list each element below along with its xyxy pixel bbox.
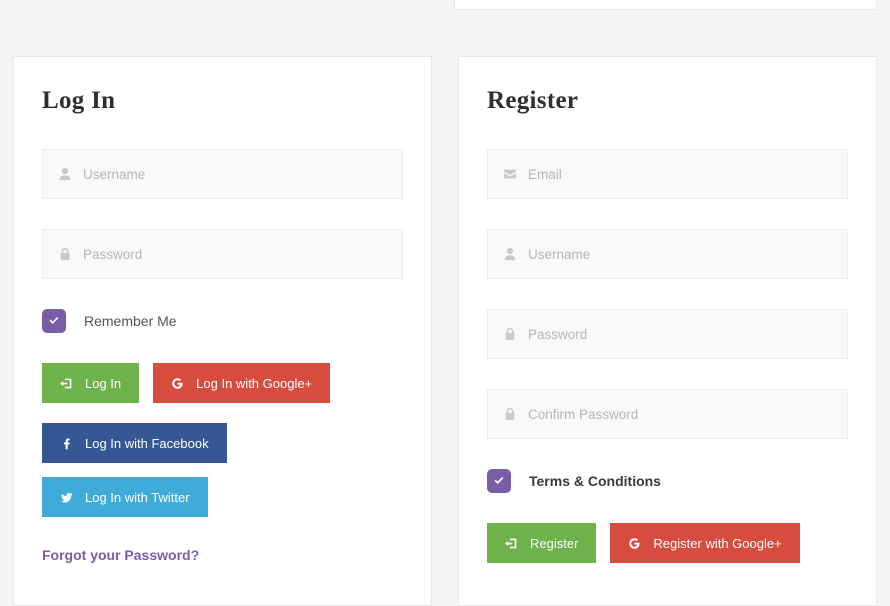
login-button-label: Log In [85, 376, 121, 391]
terms-row: Terms & Conditions [487, 469, 848, 493]
login-btn-row-1: Log In Log In with Google+ [42, 363, 403, 403]
username-group [42, 149, 403, 199]
auth-container: Log In Remember Me Log In Log In with Go… [0, 0, 890, 606]
remember-checkbox[interactable] [42, 309, 66, 333]
remember-label: Remember Me [84, 313, 177, 329]
login-title: Log In [42, 87, 403, 115]
lock-icon [58, 247, 72, 261]
register-google-label: Register with Google+ [653, 536, 781, 551]
username-input[interactable] [42, 149, 403, 199]
login-facebook-button[interactable]: Log In with Facebook [42, 423, 227, 463]
register-button-label: Register [530, 536, 578, 551]
check-icon [48, 315, 60, 327]
twitter-icon [60, 491, 73, 504]
login-google-button[interactable]: Log In with Google+ [153, 363, 330, 403]
facebook-icon [60, 437, 73, 450]
register-google-button[interactable]: Register with Google+ [610, 523, 799, 563]
check-icon [493, 475, 505, 487]
login-twitter-button[interactable]: Log In with Twitter [42, 477, 208, 517]
email-group [487, 149, 848, 199]
login-button[interactable]: Log In [42, 363, 139, 403]
lock-icon [503, 407, 517, 421]
confirm-group [487, 389, 848, 439]
login-btn-row-2: Log In with Facebook Log In with Twitter [42, 423, 403, 517]
google-icon [628, 537, 641, 550]
reg-username-input[interactable] [487, 229, 848, 279]
email-input[interactable] [487, 149, 848, 199]
login-facebook-label: Log In with Facebook [85, 436, 209, 451]
remember-row: Remember Me [42, 309, 403, 333]
register-button[interactable]: Register [487, 523, 596, 563]
login-panel: Log In Remember Me Log In Log In with Go… [13, 56, 432, 606]
envelope-icon [503, 167, 517, 181]
lock-icon [503, 327, 517, 341]
user-icon [58, 167, 72, 181]
signin-icon [505, 537, 518, 550]
user-icon [503, 247, 517, 261]
confirm-input[interactable] [487, 389, 848, 439]
register-panel: Register Terms & Conditions Re [458, 56, 877, 606]
login-twitter-label: Log In with Twitter [85, 490, 190, 505]
reg-password-group [487, 309, 848, 359]
signin-icon [60, 377, 73, 390]
register-btn-row: Register Register with Google+ [487, 523, 848, 563]
login-google-label: Log In with Google+ [196, 376, 312, 391]
reg-username-group [487, 229, 848, 279]
password-input[interactable] [42, 229, 403, 279]
google-icon [171, 377, 184, 390]
previous-panel-edge [454, 0, 877, 10]
register-title: Register [487, 87, 848, 115]
forgot-password-link[interactable]: Forgot your Password? [42, 547, 199, 563]
terms-checkbox[interactable] [487, 469, 511, 493]
password-group [42, 229, 403, 279]
terms-label[interactable]: Terms & Conditions [529, 473, 661, 489]
reg-password-input[interactable] [487, 309, 848, 359]
